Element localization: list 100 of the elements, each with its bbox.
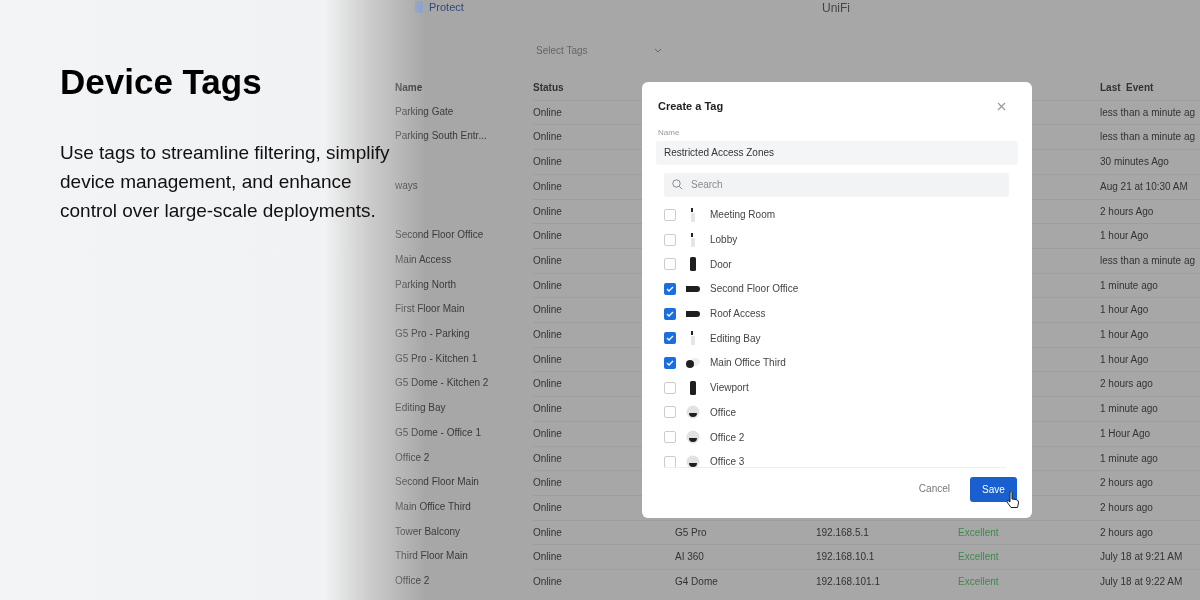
checkbox[interactable] (664, 431, 676, 444)
promo-text: Use tags to streamline filtering, simplify device management, and enhance control over large-scale deployments. (60, 141, 390, 223)
checkbox[interactable] (664, 381, 676, 394)
table-cell: Third Floor Main (395, 550, 468, 562)
table-cell: Office 2 (395, 451, 430, 463)
column-header: Last Event (1100, 81, 1155, 95)
table-cell: Online (533, 544, 675, 570)
table-cell: Tower Balcony (395, 525, 461, 537)
sensor-icon (689, 232, 697, 247)
table-cell: Parking North (395, 278, 457, 290)
table-cell: 1 hour Ago (1100, 297, 1200, 323)
promo-title: Device Tags (60, 61, 262, 103)
device-label: Viewport (710, 381, 749, 396)
table-cell: 1 Hour Ago (1100, 420, 1200, 446)
table-cell: less than a minute ag (1100, 124, 1200, 150)
device-label: Main Office Third (710, 356, 786, 371)
checkbox[interactable] (664, 233, 676, 246)
table-cell: G4 Dome (675, 576, 718, 588)
check-icon (666, 310, 674, 317)
table-cell: G5 Pro - Parking (395, 328, 470, 340)
table-cell: 1 hour Ago (1100, 322, 1200, 347)
table-cell: July 18 at 9:22 AM (1100, 569, 1200, 594)
tag-filter-dropdown[interactable]: Select Tags (526, 40, 666, 60)
device-label: Editing Bay (710, 331, 761, 346)
checkbox[interactable] (664, 332, 676, 345)
table-cell: 192.168.101.1 (816, 576, 880, 588)
table-cell: Editing Bay (395, 402, 446, 414)
checkbox[interactable] (664, 258, 676, 271)
table-cell: Excellent (958, 551, 999, 563)
table-cell: 2 hours ago (1100, 519, 1200, 545)
table-cell: 1 minute ago (1100, 445, 1200, 471)
dome-camera-icon (686, 405, 700, 420)
doorbell-icon (690, 380, 696, 395)
checkbox[interactable] (664, 282, 676, 295)
table-cell: less than a minute ag (1100, 247, 1200, 273)
search-icon (672, 179, 683, 190)
table-cell: Online (533, 569, 675, 594)
table-cell: 2 hours ago (1100, 371, 1200, 397)
sensor-icon (689, 331, 697, 346)
device-label: Lobby (710, 233, 738, 248)
checkbox[interactable] (664, 307, 676, 320)
bullet-camera-icon (686, 309, 700, 318)
column-header: Name (395, 81, 424, 95)
check-icon (666, 335, 674, 342)
table-cell: Aug 21 at 10:30 AM (1100, 173, 1200, 199)
table-cell: First Floor Main (395, 303, 465, 315)
table-cell: 1 minute ago (1100, 272, 1200, 298)
search-field[interactable]: Search (664, 172, 1009, 197)
table-cell: less than a minute ag (1100, 99, 1200, 125)
checkbox[interactable] (664, 406, 676, 419)
table-cell: 1 hour Ago (1100, 223, 1200, 248)
device-label: Office (710, 405, 736, 420)
device-label: Second Floor Office (710, 282, 799, 297)
table-cell: 192.168.5.1 (816, 526, 869, 538)
close-icon[interactable] (997, 101, 1006, 111)
checkbox[interactable] (664, 455, 676, 467)
save-button[interactable]: Save (970, 476, 1017, 502)
protect-logo-icon (415, 1, 423, 13)
table-cell: G5 Dome - Office 1 (395, 426, 481, 438)
device-label: Office 2 (710, 430, 745, 445)
table-cell: 2 hours ago (1100, 470, 1200, 495)
table-cell: Excellent (958, 576, 999, 588)
check-icon (666, 359, 674, 366)
dome-camera-icon (686, 430, 700, 445)
bullet-camera-icon (686, 284, 700, 293)
device-label: Office 3 (710, 455, 745, 467)
doorbell-icon (690, 257, 696, 272)
table-cell: 1 hour Ago (1100, 346, 1200, 372)
checkbox[interactable] (664, 356, 676, 369)
hand-cursor-icon (1006, 490, 1020, 509)
search-input[interactable]: Search (691, 177, 991, 192)
table-cell: 30 minutes Ago (1100, 149, 1200, 174)
table-cell: G5 Pro - Kitchen 1 (395, 352, 478, 364)
table-cell: AI 360 (675, 551, 704, 563)
checkbox[interactable] (664, 208, 676, 221)
table-cell: G5 Pro (675, 526, 707, 538)
nav-item[interactable]: Protect (429, 0, 464, 14)
app-title: UniFi (822, 1, 850, 15)
table-cell: Second Floor Main (395, 476, 479, 488)
table-cell: Parking Gate (395, 105, 454, 117)
table-cell: Parking South Entr... (395, 130, 487, 142)
table-cell: July 18 at 9:21 AM (1100, 544, 1200, 570)
table-cell: Main Access (395, 253, 452, 265)
table-cell: 2 hours ago (1100, 494, 1200, 520)
table-cell: Office 2 (395, 575, 430, 587)
table-cell: Excellent (958, 526, 999, 538)
device-label: Meeting Room (710, 208, 776, 223)
check-icon (666, 285, 674, 292)
name-input-field[interactable]: Restricted Access Zones (656, 140, 1018, 165)
table-cell: ways (395, 179, 418, 191)
turret-camera-icon (686, 356, 700, 369)
table-cell: Main Office Third (395, 500, 471, 512)
table-cell: 192.168.10.1 (816, 551, 875, 563)
device-label: Roof Access (710, 307, 766, 322)
table-cell: G5 Dome - Kitchen 2 (395, 377, 489, 389)
column-header: Status (533, 81, 565, 95)
table-cell: Second Floor Office (395, 229, 484, 241)
table-cell: Online (533, 519, 675, 545)
table-cell: 2 hours Ago (1100, 198, 1200, 224)
cancel-button[interactable]: Cancel (918, 481, 950, 496)
